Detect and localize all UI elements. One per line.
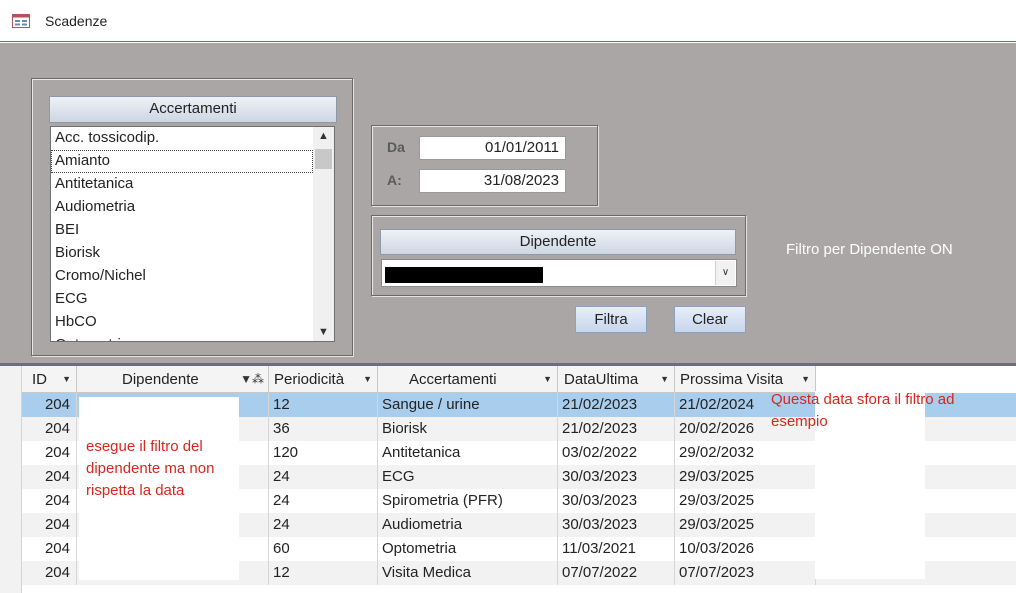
column-header-id[interactable]: ID ▼ (22, 366, 77, 393)
table-cell[interactable]: 12 (269, 393, 378, 417)
dropdown-arrow-icon[interactable]: ▼ (660, 366, 669, 393)
list-item[interactable]: Cromo/Nichel (51, 265, 313, 288)
dipendente-header: Dipendente (380, 229, 736, 255)
table-cell[interactable]: 21/02/2023 (558, 393, 675, 417)
table-cell[interactable]: ECG (378, 465, 558, 489)
clear-button[interactable]: Clear (674, 306, 746, 333)
column-header-periodicita[interactable]: Periodicità ▼ (269, 366, 378, 393)
from-date-field[interactable]: 01/01/2011 (419, 136, 566, 160)
accertamenti-listbox[interactable]: Acc. tossicodip. Amianto Antitetanica Audio… (50, 126, 335, 342)
dropdown-arrow-icon[interactable]: ▼ (543, 366, 552, 393)
dropdown-arrow-icon[interactable]: ▼ (363, 366, 372, 393)
accertamenti-header: Accertamenti (49, 96, 337, 123)
table-cell[interactable]: 10/03/2026 (675, 537, 816, 561)
table-cell[interactable]: 60 (269, 537, 378, 561)
filter-status-text: Filtro per Dipendente ON (786, 241, 953, 258)
table-cell[interactable]: 204 (22, 537, 77, 561)
table-cell[interactable]: 204 (22, 561, 77, 585)
table-cell[interactable]: 24 (269, 513, 378, 537)
column-header-dataultima[interactable]: DataUltima ▼ (558, 366, 675, 393)
table-cell[interactable]: 30/03/2023 (558, 513, 675, 537)
table-cell[interactable]: 11/03/2021 (558, 537, 675, 561)
table-cell[interactable]: 12 (269, 561, 378, 585)
table-header: ID ▼ Dipendente ▼⁂ Periodicità ▼ Accerta… (22, 366, 816, 393)
form-icon (12, 14, 30, 28)
table-cell[interactable]: 36 (269, 417, 378, 441)
dropdown-arrow-icon[interactable]: ▼ (62, 366, 71, 393)
table-cell[interactable]: 29/03/2025 (675, 489, 816, 513)
table-cell[interactable]: 204 (22, 441, 77, 465)
annotation-left: esegue il filtro del dipendente ma non r… (86, 438, 215, 499)
list-item[interactable]: ECG (51, 288, 313, 311)
listbox-scrollbar[interactable]: ▲ ▼ (313, 127, 334, 341)
table-cell[interactable]: 07/07/2023 (675, 561, 816, 585)
table-cell[interactable]: 204 (22, 393, 77, 417)
table-cell[interactable]: 204 (22, 513, 77, 537)
from-date-label: Da (387, 139, 405, 155)
column-header-accertamenti[interactable]: Accertamenti ▼ (378, 366, 558, 393)
table-cell[interactable]: 29/03/2025 (675, 513, 816, 537)
chevron-down-icon[interactable]: ∨ (715, 261, 735, 285)
scroll-up-icon[interactable]: ▲ (313, 127, 334, 145)
to-date-field[interactable]: 31/08/2023 (419, 169, 566, 193)
window-title: Scadenze (45, 13, 108, 29)
table-cell[interactable]: Biorisk (378, 417, 558, 441)
annotation-right: Questa data sfora il filtro ad esempio (771, 391, 955, 430)
accertamenti-items: Acc. tossicodip. Amianto Antitetanica Audio… (51, 127, 313, 341)
table-cell[interactable]: 204 (22, 417, 77, 441)
dipendente-combobox[interactable]: ∨ (381, 259, 737, 287)
table-cell[interactable]: Visita Medica (378, 561, 558, 585)
table-cell[interactable]: 30/03/2023 (558, 489, 675, 513)
filter-icon[interactable]: ▼⁂ (240, 366, 264, 393)
filtra-button[interactable]: Filtra (575, 306, 647, 333)
table-cell[interactable]: 03/02/2022 (558, 441, 675, 465)
scroll-thumb[interactable] (315, 149, 332, 169)
table-cell[interactable]: Audiometria (378, 513, 558, 537)
table-cell[interactable]: 21/02/2023 (558, 417, 675, 441)
table-cell[interactable]: 29/03/2025 (675, 465, 816, 489)
title-bar: Scadenze (0, 0, 1016, 42)
scroll-down-icon[interactable]: ▼ (313, 323, 334, 341)
table-cell[interactable]: 204 (22, 489, 77, 513)
redacted-name (385, 267, 543, 283)
to-date-label: A: (387, 172, 402, 188)
list-item[interactable]: Antitetanica (51, 173, 313, 196)
list-item[interactable]: Audiometria (51, 196, 313, 219)
table-cell[interactable]: 29/02/2032 (675, 441, 816, 465)
table-cell[interactable]: 24 (269, 465, 378, 489)
table-cell[interactable]: Antitetanica (378, 441, 558, 465)
list-item[interactable]: Biorisk (51, 242, 313, 265)
list-item[interactable]: Optometria (51, 334, 313, 341)
record-selector-column[interactable] (0, 366, 22, 593)
list-item[interactable]: HbCO (51, 311, 313, 334)
table-cell[interactable]: 120 (269, 441, 378, 465)
table-cell[interactable]: 204 (22, 465, 77, 489)
table-cell[interactable]: 30/03/2023 (558, 465, 675, 489)
column-header-dipendente[interactable]: Dipendente ▼⁂ (77, 366, 269, 393)
table-cell[interactable]: 24 (269, 489, 378, 513)
table-cell[interactable]: Spirometria (PFR) (378, 489, 558, 513)
table-cell[interactable]: Optometria (378, 537, 558, 561)
table-cell[interactable]: Sangue / urine (378, 393, 558, 417)
table-cell[interactable]: 07/07/2022 (558, 561, 675, 585)
list-item[interactable]: Acc. tossicodip. (51, 127, 313, 150)
list-item[interactable]: BEI (51, 219, 313, 242)
list-item[interactable]: Amianto (51, 150, 313, 173)
